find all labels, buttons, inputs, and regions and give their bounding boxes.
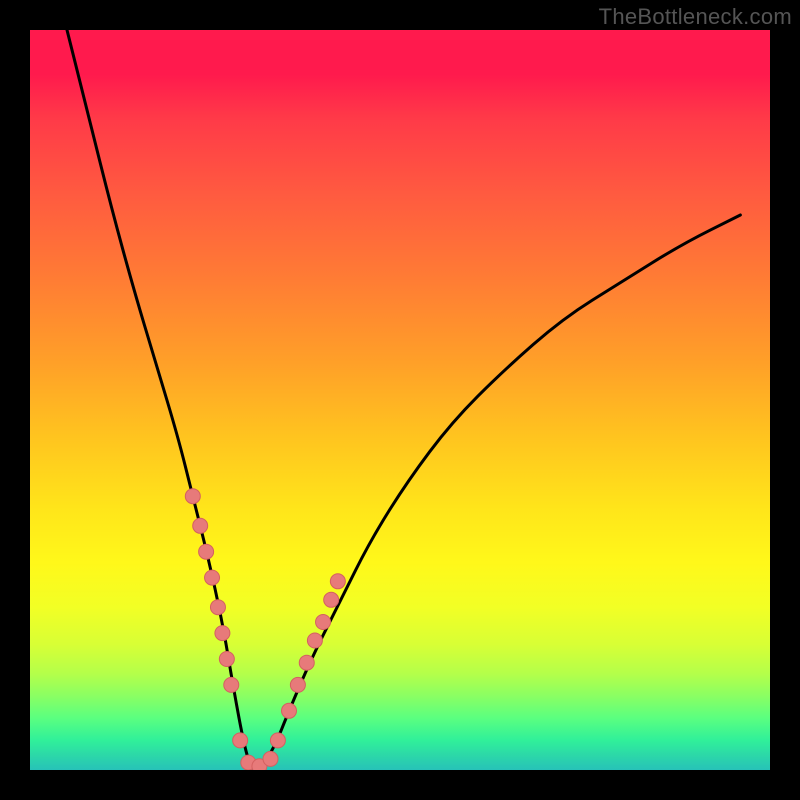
highlight-dot — [185, 489, 200, 504]
watermark-text: TheBottleneck.com — [599, 4, 792, 30]
highlight-dot — [199, 544, 214, 559]
highlight-dot — [219, 652, 234, 667]
highlight-dot — [205, 570, 220, 585]
plot-area — [30, 30, 770, 770]
highlight-dot — [316, 615, 331, 630]
highlight-dot — [282, 703, 297, 718]
highlight-dot — [263, 751, 278, 766]
highlight-dot — [270, 733, 285, 748]
highlight-dot — [324, 592, 339, 607]
highlight-dot — [307, 633, 322, 648]
highlight-dot — [193, 518, 208, 533]
highlight-dot — [210, 600, 225, 615]
highlight-dot — [215, 626, 230, 641]
highlight-dot — [299, 655, 314, 670]
highlight-dot — [330, 574, 345, 589]
chart-frame: TheBottleneck.com — [0, 0, 800, 800]
highlight-dot — [224, 677, 239, 692]
curve-overlay — [30, 30, 770, 770]
highlight-dot — [290, 677, 305, 692]
bottleneck-curve — [67, 30, 740, 770]
highlight-dot — [233, 733, 248, 748]
